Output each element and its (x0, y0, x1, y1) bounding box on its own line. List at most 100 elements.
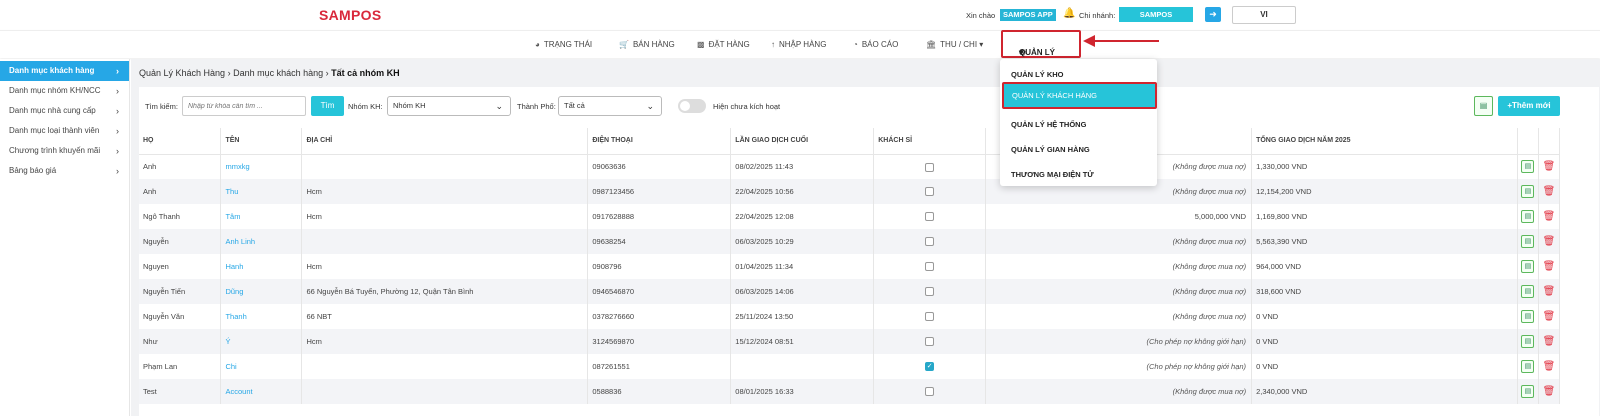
col-header-ten[interactable]: TÊN (220, 128, 303, 155)
sidebar-item-price-quotes[interactable]: Bảng báo giá › (0, 161, 129, 181)
table-row[interactable]: Ngô Thanh Tâm Hcm 0917628888 22/04/2025 12:0… (139, 204, 1561, 229)
col-header-ho[interactable]: HỌ (139, 128, 222, 155)
table-row[interactable]: Anh Thu Hcm 0987123456 22/04/2025 10:56 (Khôn… (139, 179, 1561, 204)
excel-export-icon[interactable]: ▤ (1521, 210, 1535, 223)
table-row[interactable]: Anh mmxkg 09063636 08/02/2025 11:43 (Không đ… (139, 154, 1561, 179)
wholesale-checkbox[interactable] (925, 337, 935, 347)
nav-item-thu-chi[interactable]: 🏛 THU / CHI ▾ (926, 40, 983, 49)
show-inactive-toggle[interactable] (678, 99, 706, 113)
excel-export-icon[interactable]: ▤ (1521, 260, 1535, 273)
breadcrumb-item[interactable]: Quản Lý Khách Hàng (139, 68, 225, 78)
nav-item-bao-cao[interactable]: ◔ BÁO CÁO (853, 40, 898, 49)
excel-export-icon[interactable]: ▤ (1521, 335, 1535, 348)
nav-item-dat-hang[interactable]: ▩ ĐẶT HÀNG (697, 40, 750, 49)
trash-icon[interactable]: 🗑 (1543, 310, 1556, 323)
col-header-tong-giao-dich[interactable]: TỔNG GIAO DỊCH NĂM 2025 (1251, 128, 1518, 155)
excel-export-icon[interactable]: ▤ (1521, 160, 1535, 174)
logout-icon[interactable]: ➜ (1205, 7, 1221, 22)
menu-item-quan-ly-kho[interactable]: QUẢN LÝ KHO (1011, 70, 1064, 79)
wholesale-checkbox[interactable] (925, 387, 935, 397)
trash-icon[interactable]: 🗑 (1543, 260, 1556, 273)
sidebar-item-suppliers[interactable]: Danh mục nhà cung cấp › (0, 101, 129, 121)
menu-item-quan-ly-he-thong[interactable]: QUẢN LÝ HỆ THỐNG (1011, 120, 1086, 129)
cell-tong-giao-dich: 1,169,800 VND (1251, 204, 1518, 229)
nav-item-nhap-hang[interactable]: ↑ NHẬP HÀNG (771, 40, 826, 49)
cell-ten-link[interactable]: Account (220, 379, 303, 404)
menu-item-quan-ly-khach-hang[interactable]: QUẢN LÝ KHÁCH HÀNG (1002, 82, 1157, 109)
col-header-dien-thoai[interactable]: ĐIỆN THOẠI (587, 128, 732, 155)
trash-icon[interactable]: 🗑 (1543, 185, 1556, 198)
app-logo[interactable]: SAMPOS (319, 7, 381, 23)
menu-item-quan-ly-gian-hang[interactable]: QUẢN LÝ GIAN HÀNG (1011, 145, 1090, 154)
trash-icon[interactable]: 🗑 (1543, 285, 1556, 298)
wholesale-checkbox[interactable] (925, 237, 935, 247)
wholesale-checkbox[interactable] (925, 162, 935, 172)
sidebar-item-customer-groups[interactable]: Danh mục nhóm KH/NCC › (0, 81, 129, 101)
wholesale-checkbox[interactable] (925, 312, 935, 322)
cell-ten-link[interactable]: Thu (220, 179, 303, 204)
wholesale-checkbox[interactable] (925, 262, 935, 272)
excel-export-icon[interactable]: ▤ (1521, 385, 1535, 398)
wholesale-checkbox[interactable]: ✓ (925, 362, 935, 372)
col-header-lan-giao-dich-cuoi[interactable]: LẦN GIAO DỊCH CUỐI (730, 128, 875, 155)
sidebar-item-member-types[interactable]: Danh mục loại thành viên › (0, 121, 129, 141)
excel-export-icon[interactable]: ▤ (1521, 185, 1535, 198)
excel-export-icon[interactable]: ▤ (1521, 235, 1535, 248)
cell-delete: 🗑 (1538, 329, 1561, 354)
cell-ten-link[interactable]: Dũng (220, 279, 303, 304)
cell-ten-link[interactable]: Ý (220, 329, 303, 354)
cell-ten-link[interactable]: mmxkg (220, 154, 303, 179)
search-button[interactable]: Tìm (311, 96, 344, 116)
city-select[interactable]: Tất cả ⌄ (558, 96, 662, 116)
nav-item-ban-hang[interactable]: 🛒 BÁN HÀNG (619, 40, 675, 49)
user-badge[interactable]: SAMPOS APP (1000, 9, 1056, 21)
table-row[interactable]: Như Ý Hcm 3124569870 15/12/2024 08:51 (Cho ph… (139, 329, 1561, 354)
cell-khach-si: ✓ (873, 354, 987, 379)
cell-cong-no: (Cho phép nợ không giới hạn) (985, 329, 1253, 354)
wholesale-checkbox[interactable] (925, 212, 935, 222)
col-header-khach-si[interactable]: KHÁCH SỈ (873, 128, 987, 155)
excel-export-icon[interactable]: ▤ (1474, 96, 1493, 116)
sidebar-item-customers[interactable]: Danh mục khách hàng › (0, 61, 129, 81)
breadcrumb-item[interactable]: Danh mục khách hàng (233, 68, 323, 78)
language-selector[interactable]: VI (1232, 6, 1296, 24)
excel-export-icon[interactable]: ▤ (1521, 285, 1535, 298)
nav-item-trang-thai[interactable]: ◕ TRẠNG THÁI (535, 40, 592, 49)
cell-ten-link[interactable]: Hanh (220, 254, 303, 279)
cell-ten-link[interactable]: Thanh (220, 304, 303, 329)
trash-icon[interactable]: 🗑 (1543, 235, 1556, 248)
menu-item-thuong-mai-dien-tu[interactable]: THƯƠNG MẠI ĐIỆN TỬ (1011, 170, 1094, 179)
excel-export-icon[interactable]: ▤ (1521, 360, 1535, 373)
table-row[interactable]: Phạm Lan Chi 087261551 ✓ (Cho phép nợ không … (139, 354, 1561, 379)
cell-export: ▤ (1517, 179, 1539, 204)
nav-item-quan-ly[interactable]: ⚙ QUẢN LÝ ▾ (1001, 30, 1081, 58)
group-select[interactable]: Nhóm KH ⌄ (387, 96, 511, 116)
bell-icon[interactable]: 🔔 (1063, 8, 1075, 19)
trash-icon[interactable]: 🗑 (1543, 335, 1556, 348)
add-new-button[interactable]: +Thêm mới (1498, 96, 1560, 116)
table-row[interactable]: Nguyễn Văn Thanh 66 NBT 0378276660 25/11/202… (139, 304, 1561, 329)
sidebar-item-promotions[interactable]: Chương trình khuyến mãi › (0, 141, 129, 161)
wholesale-checkbox[interactable] (925, 187, 935, 197)
excel-export-icon[interactable]: ▤ (1521, 310, 1535, 323)
branch-selector[interactable]: SAMPOS (1119, 7, 1193, 22)
trash-icon[interactable]: 🗑 (1543, 160, 1556, 173)
cell-ten-link[interactable]: Tâm (220, 204, 303, 229)
trash-icon[interactable]: 🗑 (1543, 360, 1556, 373)
branch-label: Chi nhánh: (1079, 11, 1116, 20)
table-row[interactable]: Nguyễn Tiến Dũng 66 Nguyễn Bá Tuyển, Phườn… (139, 279, 1561, 304)
table-row[interactable]: Nguyen Hanh Hcm 0908796 01/04/2025 11:34 (Khô… (139, 254, 1561, 279)
table-row[interactable]: Test Account 0588836 08/01/2025 16:33 (Không… (139, 379, 1561, 404)
cell-ten-link[interactable]: Chi (220, 354, 303, 379)
cell-export: ▤ (1517, 279, 1539, 304)
table-row[interactable]: Nguyễn Anh Linh 09638254 06/03/2025 10:29 (K… (139, 229, 1561, 254)
cell-lan-giao-dich: 08/02/2025 11:43 (730, 154, 875, 179)
wholesale-checkbox[interactable] (925, 287, 935, 297)
cell-tong-giao-dich: 1,330,000 VND (1251, 154, 1518, 179)
col-header-dia-chi[interactable]: ĐỊA CHỈ (301, 128, 589, 155)
cell-ho: Nguyễn Tiến (139, 279, 222, 304)
search-input[interactable] (182, 96, 306, 116)
trash-icon[interactable]: 🗑 (1543, 385, 1556, 398)
cell-ten-link[interactable]: Anh Linh (220, 229, 303, 254)
trash-icon[interactable]: 🗑 (1543, 210, 1556, 223)
